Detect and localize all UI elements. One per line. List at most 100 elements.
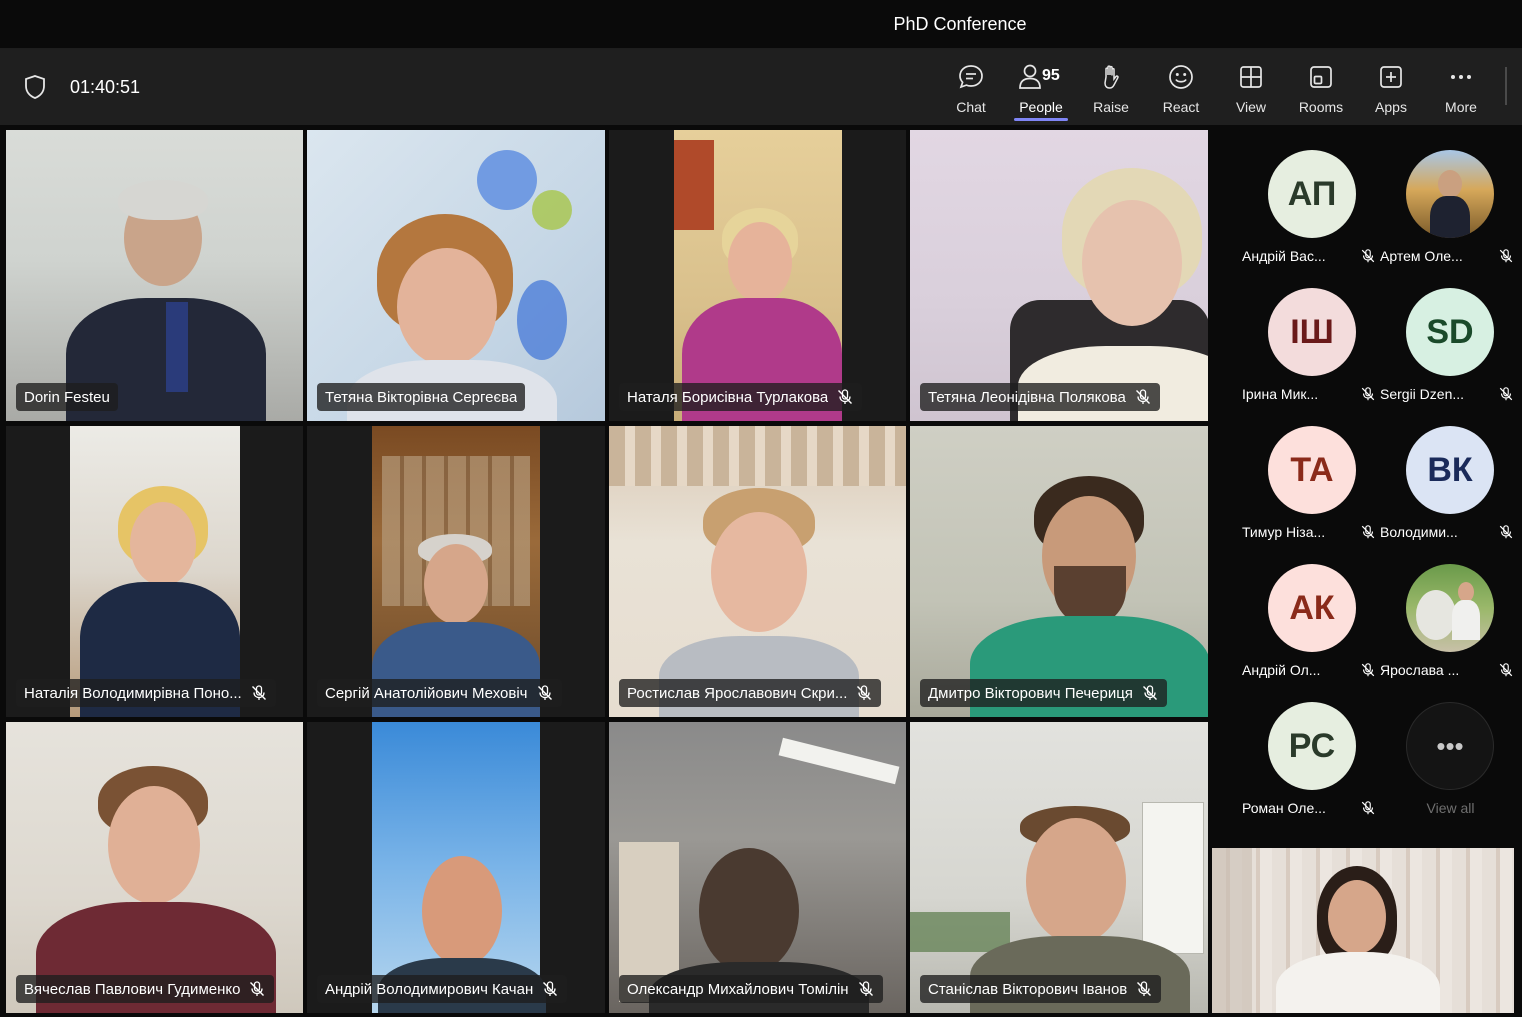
participant-name: Тетяна Леонідівна Полякова (928, 388, 1126, 406)
video-tile[interactable]: Дмитро Вікторович Печериця (910, 426, 1208, 717)
mic-off-icon (1499, 387, 1513, 401)
smiley-icon (1169, 65, 1193, 89)
mic-off-icon (1142, 685, 1157, 700)
roster-name: Ярослава ... (1380, 662, 1460, 678)
roster-name: Роман Оле... (1242, 800, 1326, 816)
video-tile[interactable]: Наталя Борисівна Турлакова (609, 130, 906, 421)
video-tile[interactable]: Dorin Festeu (6, 130, 303, 421)
participant-nameplate: Тетяна Вікторівна Сергеєва (317, 383, 526, 411)
shield-icon (25, 75, 45, 99)
roster-item[interactable]: ІШ Ірина Мик... (1230, 264, 1380, 402)
title-bar: PhD Conference (0, 0, 1522, 49)
video-tile[interactable]: Ростислав Ярославович Скри... (609, 426, 906, 717)
react-button[interactable]: React (1148, 59, 1214, 119)
avatar: ВК (1406, 426, 1494, 514)
video-tile[interactable]: Вячеслав Павлович Гудименко (6, 722, 303, 1013)
roster-item[interactable]: РС Роман Оле... (1230, 678, 1380, 816)
avatar-photo (1406, 564, 1494, 652)
mic-off-icon (838, 389, 853, 404)
participant-nameplate: Олександр Михайлович Томілін (619, 975, 883, 1003)
toolbar-divider (1505, 67, 1507, 105)
more-icon (1451, 75, 1471, 79)
participant-name: Наталя Борисівна Турлакова (627, 388, 829, 406)
apps-button[interactable]: Apps (1358, 59, 1424, 119)
add-app-icon (1380, 66, 1402, 88)
rooms-icon (1310, 66, 1332, 88)
roster-item[interactable]: Артем Оле... (1368, 126, 1518, 264)
roster-item[interactable]: ВК Володими... (1368, 402, 1518, 540)
avatar-initials: SD (1426, 312, 1474, 351)
chat-icon (959, 65, 983, 89)
avatar: РС (1268, 702, 1356, 790)
raise-label: Raise (1093, 99, 1129, 115)
more-button[interactable]: More (1428, 59, 1494, 119)
roster-item[interactable]: ТА Тимур Ніза... (1230, 402, 1380, 540)
view-all-label: View all (1426, 800, 1475, 816)
hand-icon (1104, 65, 1119, 89)
view-label: View (1235, 99, 1267, 115)
mic-off-icon (537, 685, 552, 700)
self-view-video[interactable] (1212, 848, 1514, 1013)
apps-label: Apps (1375, 99, 1407, 115)
participant-name: Наталія Володимирівна Поно... (24, 684, 242, 702)
avatar-initials: ТА (1290, 450, 1334, 489)
avatar-initials: ВК (1427, 450, 1473, 489)
video-tile[interactable]: Сергій Анатолійович Меховіч (307, 426, 605, 717)
participant-nameplate: Дмитро Вікторович Печериця (920, 679, 1167, 707)
participant-name: Dorin Festeu (24, 388, 110, 406)
participant-name: Дмитро Вікторович Печериця (928, 684, 1133, 702)
participant-name: Ростислав Ярославович Скри... (627, 684, 848, 702)
roster-name: Sergii Dzen... (1380, 386, 1465, 402)
avatar-initials: РС (1288, 726, 1336, 765)
avatar: АП (1268, 150, 1356, 238)
participant-nameplate: Тетяна Леонідівна Полякова (920, 383, 1160, 411)
people-count: 95 (1042, 67, 1060, 84)
participant-nameplate: Андрій Володимирович Качан (317, 975, 568, 1003)
roster-item[interactable]: АК Андрій Ол... (1230, 540, 1380, 678)
avatar: SD (1406, 288, 1494, 376)
rooms-label: Rooms (1298, 99, 1344, 115)
mic-off-icon (1137, 981, 1152, 996)
more-icon: ••• (1406, 702, 1494, 790)
avatar: АК (1268, 564, 1356, 652)
participant-nameplate: Наталія Володимирівна Поно... (16, 679, 276, 707)
avatar-initials: ІШ (1290, 312, 1334, 351)
avatar: ІШ (1268, 288, 1356, 376)
react-label: React (1162, 99, 1200, 115)
view-all-button[interactable]: ••• View all (1368, 678, 1518, 816)
mic-off-icon (1499, 249, 1513, 263)
mic-off-icon (1135, 389, 1150, 404)
participant-nameplate: Вячеслав Павлович Гудименко (16, 975, 275, 1003)
more-label: More (1445, 99, 1477, 115)
participant-roster: АП Андрій Вас... Артем Оле... ІШ Ірина М… (1212, 126, 1522, 846)
video-tile[interactable]: Тетяна Вікторівна Сергеєва (307, 130, 605, 421)
mic-off-icon (543, 981, 558, 996)
participant-nameplate: Ростислав Ярославович Скри... (619, 679, 882, 707)
people-button[interactable]: 95 People (1008, 59, 1074, 121)
mic-off-icon (250, 981, 265, 996)
roster-item[interactable]: SD Sergii Dzen... (1368, 264, 1518, 402)
view-button[interactable]: View (1218, 59, 1284, 119)
participant-name: Олександр Михайлович Томілін (627, 980, 849, 998)
mic-off-icon (251, 685, 266, 700)
video-tile[interactable]: Тетяна Леонідівна Полякова (910, 130, 1208, 421)
video-tile[interactable]: Олександр Михайлович Томілін (609, 722, 906, 1013)
chat-button[interactable]: Chat (938, 59, 1004, 119)
grid-view-icon (1240, 66, 1262, 88)
video-tile[interactable]: Андрій Володимирович Качан (307, 722, 605, 1013)
raise-hand-button[interactable]: Raise (1078, 59, 1144, 119)
roster-item[interactable]: АП Андрій Вас... (1230, 126, 1380, 264)
roster-name: Андрій Вас... (1242, 248, 1326, 264)
video-tile[interactable]: Станіслав Вікторович Іванов (910, 722, 1208, 1013)
roster-item[interactable]: Ярослава ... (1368, 540, 1518, 678)
participant-name: Станіслав Вікторович Іванов (928, 980, 1128, 998)
roster-name: Тимур Ніза... (1242, 524, 1326, 540)
chat-label: Chat (956, 99, 986, 115)
video-tile[interactable]: Наталія Володимирівна Поно... (6, 426, 303, 717)
people-icon (1019, 64, 1041, 89)
participant-name: Вячеслав Павлович Гудименко (24, 980, 241, 998)
mic-off-icon (1499, 663, 1513, 677)
roster-name: Ірина Мик... (1242, 386, 1319, 402)
participant-name: Андрій Володимирович Качан (325, 980, 534, 998)
rooms-button[interactable]: Rooms (1288, 59, 1354, 119)
